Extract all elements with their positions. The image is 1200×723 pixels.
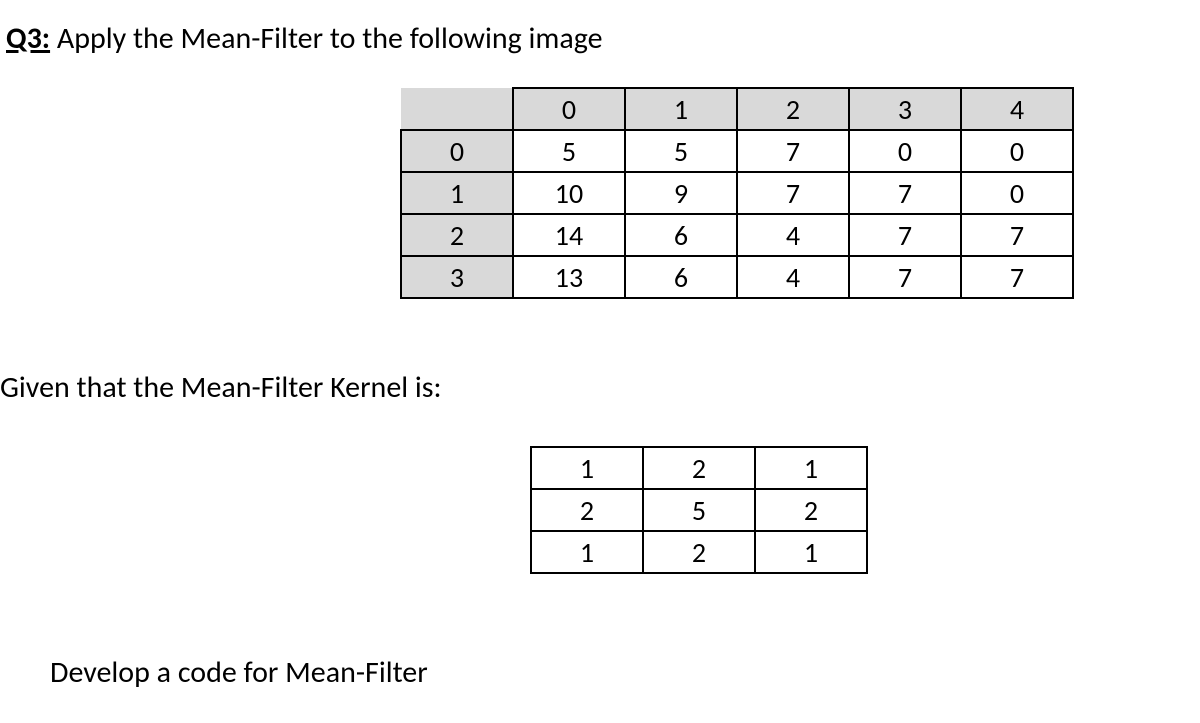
- image-cell: 14: [513, 214, 625, 256]
- image-cell: 7: [737, 172, 849, 214]
- image-cell: 10: [513, 172, 625, 214]
- question-label: Q3:: [6, 20, 50, 57]
- image-table-header-row: 0 1 2 3 4: [401, 88, 1073, 130]
- image-col-header: 3: [849, 88, 961, 130]
- image-col-header: 4: [961, 88, 1073, 130]
- image-cell: 9: [625, 172, 737, 214]
- image-row-header: 0: [401, 130, 513, 172]
- kernel-cell: 1: [755, 531, 867, 573]
- question-heading: Q3: Apply the Mean-Filter to the followi…: [0, 20, 1200, 57]
- image-table-row: 2 14 6 4 7 7: [401, 214, 1073, 256]
- image-cell: 5: [513, 130, 625, 172]
- kernel-row: 1 2 1: [531, 531, 867, 573]
- image-cell: 6: [625, 256, 737, 298]
- image-col-header: 1: [625, 88, 737, 130]
- image-cell: 0: [849, 130, 961, 172]
- image-table-container: 0 1 2 3 4 0 5 5 7 0 0 1 10 9 7 7 0: [400, 87, 1200, 299]
- image-table-corner: [401, 88, 513, 130]
- kernel-cell: 2: [643, 447, 755, 489]
- image-row-header: 1: [401, 172, 513, 214]
- image-row-header: 2: [401, 214, 513, 256]
- kernel-cell: 5: [643, 489, 755, 531]
- kernel-cell: 1: [531, 447, 643, 489]
- kernel-row: 2 5 2: [531, 489, 867, 531]
- image-cell: 4: [737, 214, 849, 256]
- image-row-header: 3: [401, 256, 513, 298]
- image-table-row: 3 13 6 4 7 7: [401, 256, 1073, 298]
- kernel-cell: 2: [755, 489, 867, 531]
- page: Q3: Apply the Mean-Filter to the followi…: [0, 0, 1200, 691]
- image-cell: 0: [961, 130, 1073, 172]
- image-cell: 4: [737, 256, 849, 298]
- image-table-row: 1 10 9 7 7 0: [401, 172, 1073, 214]
- image-col-header: 0: [513, 88, 625, 130]
- image-col-header: 2: [737, 88, 849, 130]
- kernel-cell: 1: [531, 531, 643, 573]
- image-cell: 7: [737, 130, 849, 172]
- image-cell: 6: [625, 214, 737, 256]
- kernel-row: 1 2 1: [531, 447, 867, 489]
- image-cell: 13: [513, 256, 625, 298]
- task-text: Develop a code for Mean-Filter: [0, 654, 1200, 691]
- question-text: Apply the Mean-Filter to the following i…: [50, 20, 602, 57]
- kernel-intro-text: Given that the Mean-Filter Kernel is:: [0, 369, 1200, 406]
- kernel-cell: 2: [531, 489, 643, 531]
- image-cell: 0: [961, 172, 1073, 214]
- kernel-table: 1 2 1 2 5 2 1 2 1: [530, 446, 868, 574]
- image-table-row: 0 5 5 7 0 0: [401, 130, 1073, 172]
- image-cell: 7: [849, 256, 961, 298]
- image-cell: 7: [961, 256, 1073, 298]
- image-cell: 7: [961, 214, 1073, 256]
- image-cell: 7: [849, 172, 961, 214]
- image-table: 0 1 2 3 4 0 5 5 7 0 0 1 10 9 7 7 0: [400, 87, 1074, 299]
- kernel-cell: 1: [755, 447, 867, 489]
- kernel-cell: 2: [643, 531, 755, 573]
- image-cell: 5: [625, 130, 737, 172]
- image-cell: 7: [849, 214, 961, 256]
- kernel-table-container: 1 2 1 2 5 2 1 2 1: [530, 446, 1200, 574]
